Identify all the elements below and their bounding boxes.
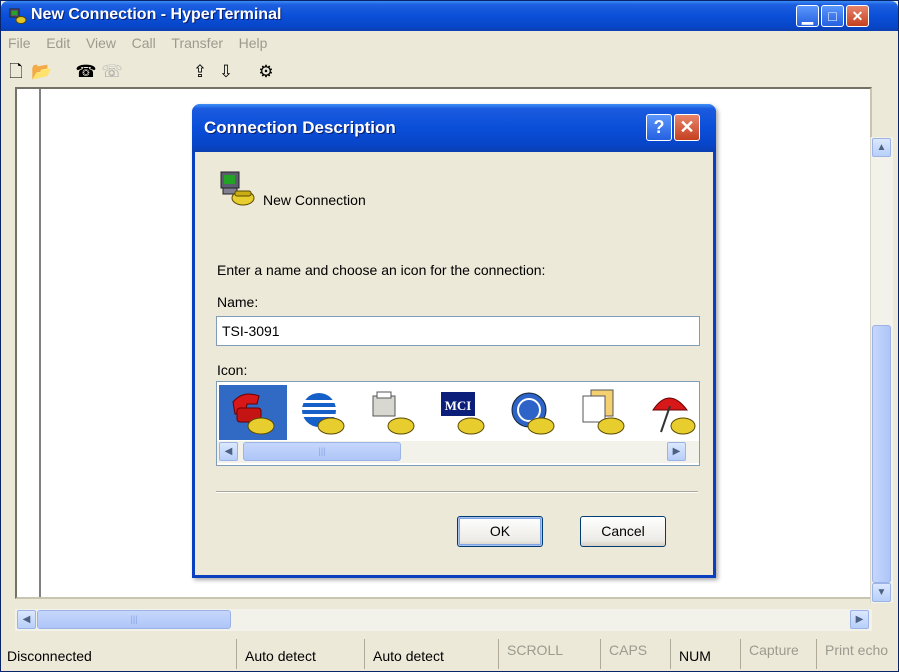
umbrella-icon[interactable] xyxy=(639,385,699,440)
dialog-title-bar[interactable]: Connection Description ? ✕ xyxy=(192,104,716,152)
icon-label: Icon: xyxy=(217,362,248,378)
send-icon[interactable]: ⇪ xyxy=(189,61,211,83)
hyperterminal-icon xyxy=(9,8,27,24)
status-settings: Auto detect xyxy=(367,639,499,669)
menu-view[interactable]: View xyxy=(81,31,121,55)
icon-scroll-left-icon[interactable]: ◀ xyxy=(219,442,238,461)
scroll-down-icon[interactable]: ▼ xyxy=(872,583,891,602)
call-icon[interactable]: ☎ xyxy=(75,61,97,83)
scroll-right-icon[interactable]: ▶ xyxy=(850,610,869,629)
att-globe-icon[interactable] xyxy=(289,385,357,440)
scroll-corner xyxy=(872,609,892,631)
status-capture: Capture xyxy=(743,639,817,669)
connection-name: New Connection xyxy=(263,192,366,208)
open-icon[interactable]: 📂 xyxy=(31,61,53,83)
disconnect-icon[interactable]: ☏ xyxy=(101,61,123,83)
icon-list[interactable]: MCI ◀ ||| ▶ xyxy=(216,381,700,466)
window-title: New Connection - HyperTerminal xyxy=(31,6,282,23)
status-bar: Disconnected Auto detect Auto detect SCR… xyxy=(1,635,898,671)
instruction-text: Enter a name and choose an icon for the … xyxy=(217,262,546,278)
ge-icon[interactable] xyxy=(499,385,567,440)
horizontal-scroll-thumb[interactable]: ||| xyxy=(37,610,231,629)
icon-scroll-thumb[interactable]: ||| xyxy=(243,442,401,461)
status-caps: CAPS xyxy=(603,639,671,669)
red-phone-icon[interactable] xyxy=(219,385,287,440)
fax-phone-icon[interactable] xyxy=(359,385,427,440)
vertical-scrollbar[interactable]: ▲ ▼ xyxy=(870,137,893,603)
vertical-scroll-thumb[interactable] xyxy=(872,325,891,583)
svg-text:MCI: MCI xyxy=(445,398,472,413)
mci-icon[interactable]: MCI xyxy=(429,385,497,440)
status-print-echo: Print echo xyxy=(825,642,889,658)
icon-list-scrollbar[interactable]: ◀ ||| ▶ xyxy=(217,441,699,463)
minimize-button[interactable]: ▁ xyxy=(796,5,819,27)
dialog-close-button[interactable]: ✕ xyxy=(674,114,700,141)
status-scroll: SCROLL xyxy=(501,639,601,669)
menu-call[interactable]: Call xyxy=(127,31,161,55)
horizontal-scrollbar[interactable]: ◀ ||| ▶ xyxy=(15,609,872,631)
connection-description-dialog: Connection Description ? ✕ New Connectio… xyxy=(192,104,716,578)
menu-transfer[interactable]: Transfer xyxy=(166,31,228,55)
icon-scroll-right-icon[interactable]: ▶ xyxy=(667,442,686,461)
scroll-up-icon[interactable]: ▲ xyxy=(872,138,891,157)
toolbar: 🗋 📂 ☎ ☏ ⇪ ⇩ ⚙ xyxy=(1,57,898,85)
close-button[interactable]: ✕ xyxy=(846,5,869,27)
menu-edit[interactable]: Edit xyxy=(41,31,75,55)
scroll-left-icon[interactable]: ◀ xyxy=(17,610,36,629)
maximize-button[interactable]: □ xyxy=(821,5,844,27)
new-icon[interactable]: 🗋 xyxy=(5,61,27,83)
status-num: NUM xyxy=(673,639,741,669)
menu-help[interactable]: Help xyxy=(234,31,273,55)
properties-icon[interactable]: ⚙ xyxy=(255,61,277,83)
cancel-button[interactable]: Cancel xyxy=(580,516,666,547)
menu-file[interactable]: File xyxy=(3,31,36,55)
dialog-title: Connection Description xyxy=(204,118,396,137)
help-button[interactable]: ? xyxy=(646,114,672,141)
status-emulation: Auto detect xyxy=(239,639,365,669)
ok-button[interactable]: OK xyxy=(457,516,543,547)
name-label: Name: xyxy=(217,294,259,310)
terminal-margin xyxy=(39,89,41,597)
documents-icon[interactable] xyxy=(569,385,637,440)
status-connection: Disconnected xyxy=(1,639,237,669)
title-bar[interactable]: New Connection - HyperTerminal ▁ □ ✕ xyxy=(1,1,898,31)
separator xyxy=(216,491,698,493)
menu-bar: File Edit View Call Transfer Help xyxy=(1,31,898,55)
name-input[interactable] xyxy=(216,316,700,346)
receive-icon[interactable]: ⇩ xyxy=(215,61,237,83)
connection-icon xyxy=(220,171,255,206)
